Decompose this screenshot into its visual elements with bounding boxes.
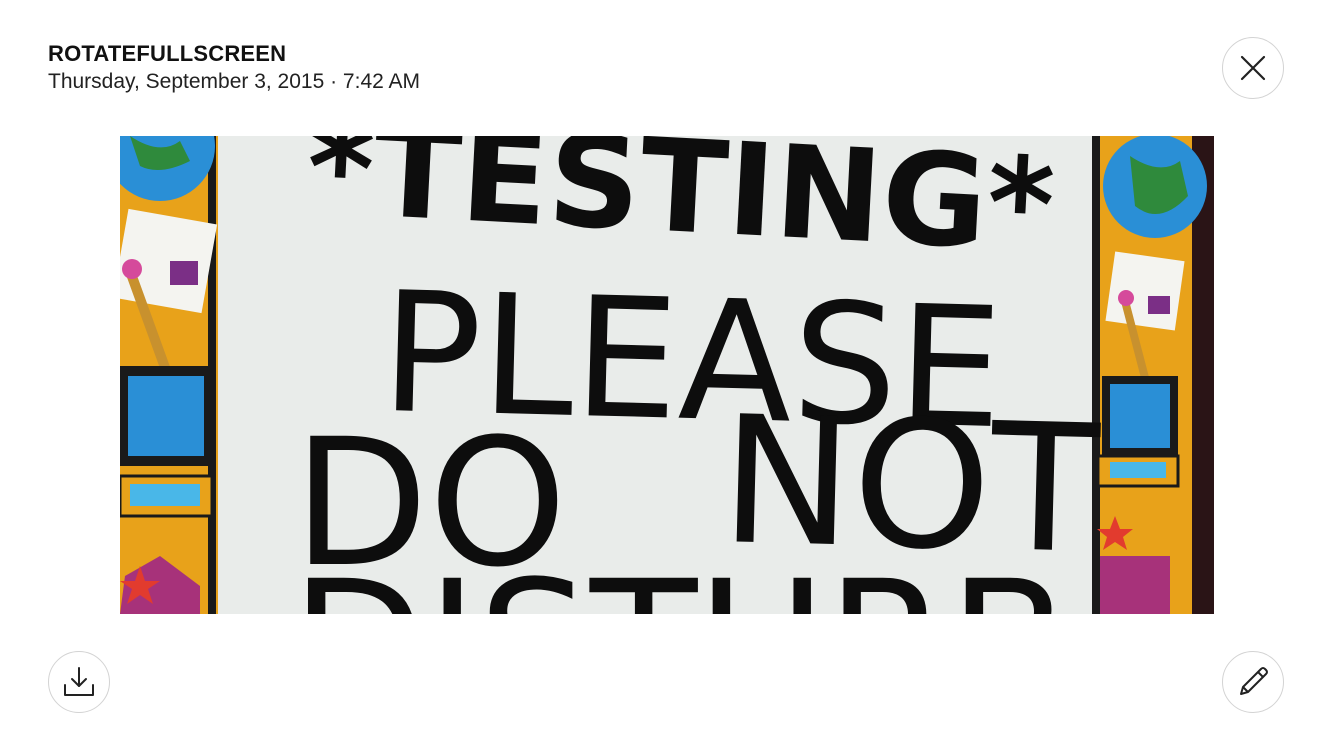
right-border-art — [1092, 136, 1207, 614]
photo-header: ROTATEFULLSCREEN Thursday, September 3, … — [48, 40, 420, 96]
photo-date: Thursday, September 3, 2015 · 7:42 AM — [48, 70, 420, 93]
photo-image: *TESTING* PLEASE DO NOT DISTURB — [120, 136, 1214, 614]
close-button[interactable] — [1222, 37, 1284, 99]
sign-photo: *TESTING* PLEASE DO NOT DISTURB — [120, 136, 1214, 614]
close-icon — [1240, 55, 1266, 81]
edit-button[interactable] — [1222, 651, 1284, 713]
download-button[interactable] — [48, 651, 110, 713]
left-border-art — [120, 136, 218, 614]
sign-line-disturb: DISTURB — [291, 543, 1070, 614]
download-icon — [64, 667, 94, 696]
pencil-icon — [1240, 667, 1268, 695]
photo-viewer: ROTATEFULLSCREEN Thursday, September 3, … — [0, 0, 1334, 750]
album-title: ROTATEFULLSCREEN — [48, 41, 287, 66]
